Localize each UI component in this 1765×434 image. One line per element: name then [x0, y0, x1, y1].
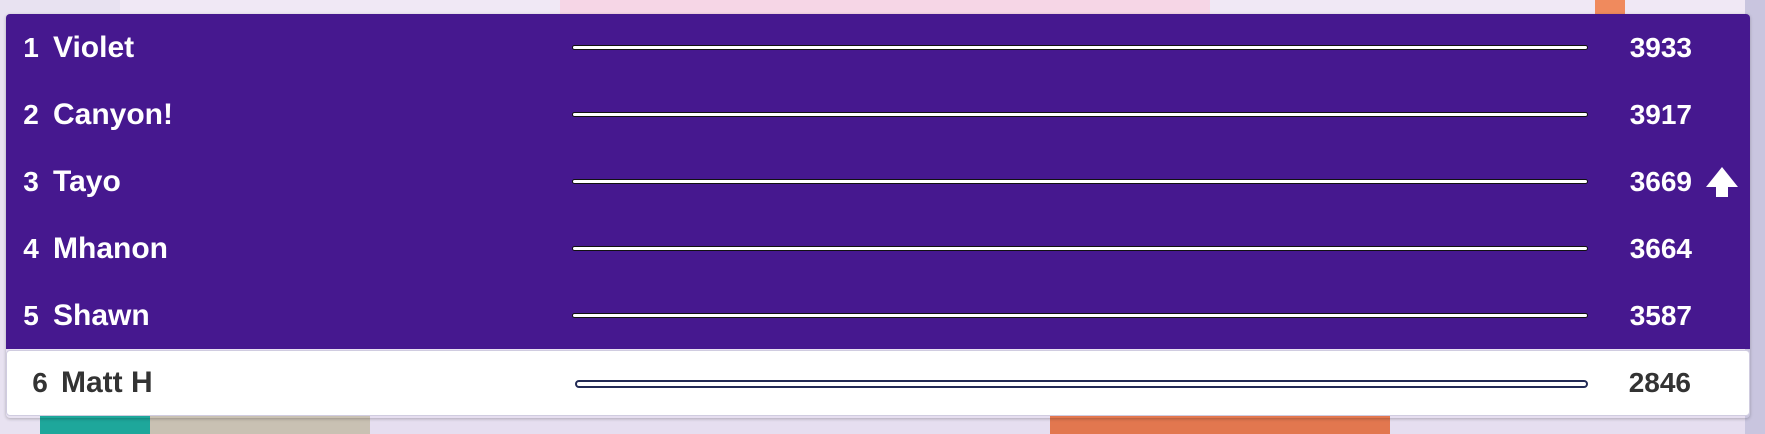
player-name: Matt H — [61, 366, 153, 399]
player-name: Canyon! — [53, 97, 173, 131]
player-score: 3587 — [1629, 299, 1692, 331]
rank-number: 3 — [23, 165, 39, 197]
score-bar — [572, 246, 1588, 251]
background-panel — [560, 0, 1210, 14]
player-score: 3933 — [1629, 31, 1692, 63]
rank-number: 2 — [23, 98, 39, 130]
current-player-row: 6 Matt H 2846 — [6, 350, 1750, 416]
leaderboard-row: 2 Canyon! 3917 — [6, 81, 1750, 148]
score-bar — [575, 380, 1588, 388]
background-panel — [1595, 0, 1625, 14]
score-bar — [572, 313, 1588, 318]
rank-number: 6 — [32, 367, 48, 398]
rank-number: 1 — [23, 31, 39, 63]
player-name: Tayo — [53, 164, 121, 198]
player-score: 3664 — [1629, 232, 1692, 264]
player-score: 3917 — [1629, 98, 1692, 130]
leaderboard-row: 5 Shawn 3587 — [6, 282, 1750, 349]
player-score: 3669 — [1629, 165, 1692, 197]
up-arrow-icon — [1706, 167, 1738, 197]
score-bar — [572, 112, 1588, 117]
player-name: Violet — [53, 30, 135, 64]
score-bar — [572, 179, 1588, 184]
rank-number: 4 — [23, 232, 39, 264]
leaderboard-row: 4 Mhanon 3664 — [6, 215, 1750, 282]
score-bar — [572, 45, 1588, 50]
player-score: 2846 — [1628, 367, 1691, 398]
leaderboard-row: 3 Tayo 3669 — [6, 148, 1750, 215]
rank-number: 5 — [23, 299, 39, 331]
player-name: Shawn — [53, 298, 150, 332]
player-name: Mhanon — [53, 231, 168, 265]
leaderboard-row: 1 Violet 3933 — [6, 14, 1750, 81]
leaderboard: 1 Violet 3933 2 Canyon! 3917 3 Tayo 3669… — [6, 14, 1750, 418]
